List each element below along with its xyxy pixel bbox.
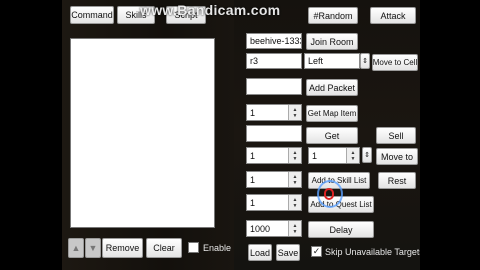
get-map-item-button[interactable]: Get Map Item	[306, 105, 358, 122]
attack-button[interactable]: Attack	[370, 7, 416, 24]
move-up-button[interactable]: ▲	[68, 238, 84, 258]
quantity-b-value: 1	[312, 150, 318, 161]
stepper-arrows-icon[interactable]: ▲ ▼	[288, 195, 301, 210]
remove-button[interactable]: Remove	[102, 238, 143, 258]
check-icon: ✓	[312, 246, 321, 256]
stepper-arrows-icon[interactable]: ▲ ▼	[288, 221, 301, 236]
chevron-down-icon: ⇕	[364, 152, 370, 159]
cell-field[interactable]: r3	[246, 53, 302, 69]
pad-field[interactable]: Left	[304, 53, 360, 69]
bot-window: Command Skills Script ▲ ▼ Remove Clear E…	[62, 0, 420, 270]
skip-unavailable-label: Skip Unavailable Targets	[325, 247, 420, 257]
move-to-cell-button[interactable]: Move to Cell	[372, 54, 418, 71]
map-item-qty-value: 1	[250, 107, 256, 118]
enable-checkbox[interactable]	[188, 242, 199, 253]
get-button[interactable]: Get	[306, 127, 358, 144]
quantity-a-value: 1	[250, 150, 256, 161]
quantity-stepper-b[interactable]: 1 ▲ ▼	[308, 147, 360, 164]
delay-button[interactable]: Delay	[308, 221, 374, 238]
quantity-c-value: 1	[250, 174, 256, 185]
letterbox-left	[0, 0, 62, 270]
map-item-qty-stepper[interactable]: 1 ▲ ▼	[246, 104, 302, 121]
clear-button[interactable]: Clear	[146, 238, 182, 258]
stepper-arrows-icon[interactable]: ▲ ▼	[346, 148, 359, 163]
stepper-arrows-icon[interactable]: ▲ ▼	[288, 148, 301, 163]
add-packet-button[interactable]: Add Packet	[306, 79, 358, 96]
random-button[interactable]: #Random	[308, 7, 358, 24]
stepper-arrows-icon[interactable]: ▲ ▼	[288, 172, 301, 187]
delay-stepper[interactable]: 1000 ▲ ▼	[246, 220, 302, 237]
save-button[interactable]: Save	[276, 244, 300, 261]
chevron-down-icon: ⇕	[362, 58, 368, 65]
join-room-button[interactable]: Join Room	[306, 33, 358, 50]
move-to-button[interactable]: Move to	[376, 148, 418, 165]
delay-value: 1000	[250, 223, 271, 234]
quantity-stepper-c[interactable]: 1 ▲ ▼	[246, 171, 302, 188]
quantity-d-value: 1	[250, 197, 256, 208]
skip-unavailable-checkbox[interactable]: ✓	[311, 246, 322, 257]
load-button[interactable]: Load	[248, 244, 272, 261]
pad-dropdown-button[interactable]: ⇕	[360, 53, 370, 69]
item-name-field[interactable]	[246, 125, 302, 142]
quantity-stepper-a[interactable]: 1 ▲ ▼	[246, 147, 302, 164]
move-down-button[interactable]: ▼	[85, 238, 101, 258]
recording-watermark: www.Bandicam.com	[140, 2, 281, 18]
room-name-field[interactable]: beehive-13332	[246, 33, 302, 49]
letterbox-right	[420, 0, 480, 270]
stepper-arrows-icon[interactable]: ▲ ▼	[288, 105, 301, 120]
sell-button[interactable]: Sell	[376, 127, 416, 144]
enable-label: Enable	[203, 243, 232, 253]
mouse-cursor-icon	[324, 188, 334, 200]
rest-button[interactable]: Rest	[378, 172, 416, 189]
packet-field[interactable]	[246, 78, 302, 95]
quantity-stepper-d[interactable]: 1 ▲ ▼	[246, 194, 302, 211]
command-list[interactable]	[70, 38, 215, 228]
command-tab-button[interactable]: Command	[70, 6, 114, 24]
stepper-b-dropdown-button[interactable]: ⇕	[362, 147, 372, 163]
